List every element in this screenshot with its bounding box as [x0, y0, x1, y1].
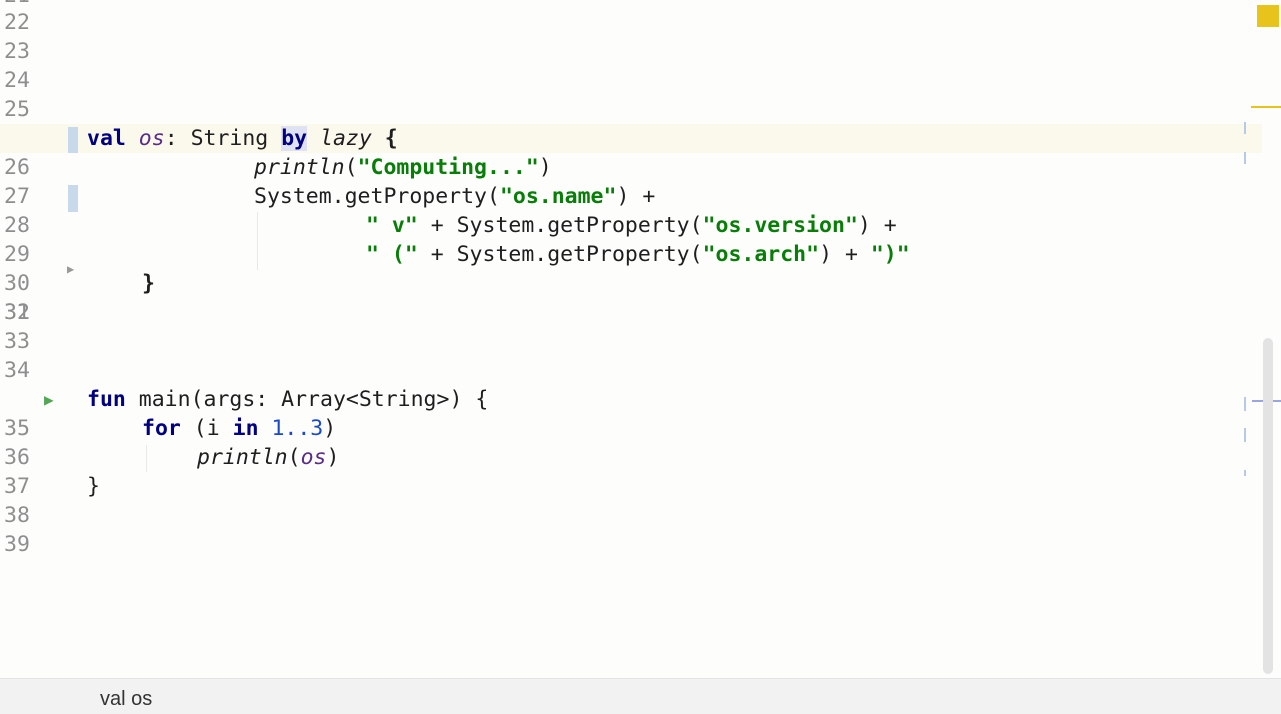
line-number: 23	[4, 39, 30, 64]
code-line-29[interactable]: 29 " v" + System.getProperty("os.version…	[0, 211, 1262, 267]
code-line-38[interactable]: 38 }	[0, 472, 1262, 528]
code-line-30[interactable]: 30 " (" + System.getProperty("os.arch") …	[0, 240, 1262, 296]
indent-guide	[257, 212, 258, 270]
code-line-28[interactable]: 28 System.getProperty("os.name") +	[0, 182, 1262, 238]
line-number: 33	[4, 329, 30, 354]
code-text: " v" + System.getProperty("os.version") …	[366, 213, 897, 238]
line-number: 25	[4, 97, 30, 122]
code-line-27[interactable]: 27 println("Computing...")	[0, 153, 1262, 209]
change-stripe	[1244, 428, 1246, 442]
inspection-warning-icon[interactable]	[1257, 5, 1279, 27]
code-line-37[interactable]: 37 println(os)	[0, 443, 1262, 499]
run-gutter-icon[interactable]: ▶	[44, 390, 54, 409]
change-marker[interactable]	[68, 185, 78, 212]
code-text: val os: String by lazy {	[87, 126, 398, 151]
line-number: 39	[4, 532, 30, 557]
warning-marker[interactable]	[1251, 106, 1281, 108]
code-line-31[interactable]: 31 }	[0, 269, 1262, 325]
change-stripe	[1244, 397, 1246, 411]
code-line-34[interactable]: 34	[0, 356, 1262, 385]
breadcrumb-item[interactable]: val os	[100, 688, 152, 711]
change-stripe	[1244, 122, 1246, 134]
code-line-25[interactable]: 25	[0, 95, 1262, 124]
code-text: " (" + System.getProperty("os.arch") + "…	[366, 242, 910, 267]
fold-arrow-icon[interactable]: ▶	[67, 262, 74, 276]
code-line-24[interactable]: 24	[0, 66, 1262, 95]
code-text: for (i in 1..3)	[142, 416, 337, 441]
line-number: 24	[4, 68, 30, 93]
change-stripe	[1244, 152, 1246, 164]
indent-guide	[146, 445, 147, 472]
code-line-39[interactable]: 39	[0, 501, 1262, 557]
line-number: 34	[4, 358, 30, 383]
change-stripe	[1244, 470, 1246, 476]
code-text: }	[142, 271, 155, 296]
code-line-26[interactable]: 26 val os: String by lazy {	[0, 124, 1262, 180]
change-marker[interactable]	[68, 127, 78, 153]
code-text: }	[87, 474, 100, 499]
code-line-33[interactable]: 33	[0, 327, 1262, 356]
line-number: 22	[4, 10, 30, 35]
code-text: println("Computing...")	[254, 155, 552, 180]
code-line-32[interactable]: 32	[0, 298, 1262, 327]
code-editor[interactable]: 21 22 23 24 25 26 val os: String by lazy…	[0, 0, 1281, 678]
code-line-36[interactable]: 36 for (i in 1..3)	[0, 414, 1262, 470]
code-line-23[interactable]: 23	[0, 37, 1262, 66]
code-line-22[interactable]: 22	[0, 8, 1262, 37]
vertical-scrollbar-thumb[interactable]	[1263, 338, 1273, 674]
code-text: println(os)	[197, 445, 340, 470]
code-text: System.getProperty("os.name") +	[254, 184, 656, 209]
line-number: 32	[4, 300, 30, 325]
breadcrumb-bar: val os	[0, 678, 1281, 714]
code-text: fun main(args: Array<String>) {	[87, 387, 489, 412]
code-line-35[interactable]: 35 fun main(args: Array<String>) {	[0, 385, 1262, 441]
